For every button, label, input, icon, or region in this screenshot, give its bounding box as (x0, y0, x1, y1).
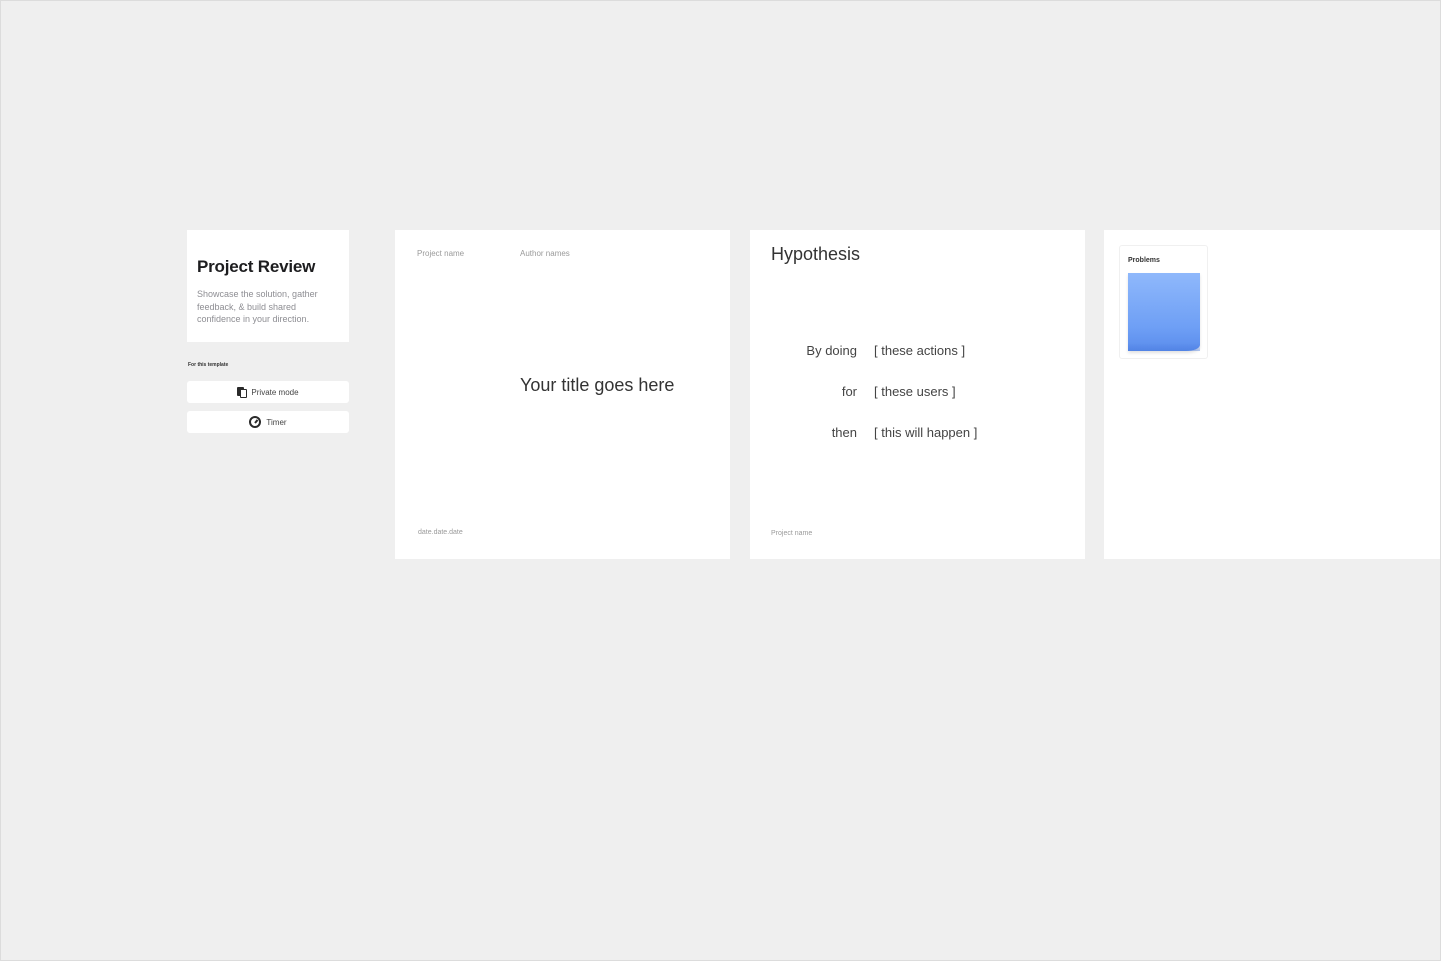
slide-title-text[interactable]: Your title goes here (520, 375, 674, 396)
hypothesis-row-value[interactable]: [ this will happen ] (874, 425, 977, 440)
hypothesis-footer-project-name[interactable]: Project name (771, 530, 812, 537)
hypothesis-title[interactable]: Hypothesis (771, 244, 860, 265)
problems-label: Problems (1128, 257, 1160, 264)
hypothesis-row-value[interactable]: [ these users ] (874, 384, 956, 399)
timer-icon (249, 416, 262, 428)
hypothesis-slide-frame[interactable]: Hypothesis By doing [ these actions ] fo… (750, 230, 1085, 559)
title-slide-frame[interactable]: Project name Author names Your title goe… (395, 230, 730, 559)
timer-button[interactable]: Timer (187, 411, 349, 433)
private-mode-button[interactable]: Private mode (187, 381, 349, 403)
private-mode-label: Private mode (251, 387, 299, 397)
private-mode-icon (237, 387, 248, 398)
hypothesis-row-key[interactable]: By doing (806, 343, 857, 358)
problems-panel[interactable]: Problems (1119, 245, 1208, 359)
date-label[interactable]: date.date.date (418, 529, 463, 536)
template-description: Showcase the solution, gather feedback, … (197, 289, 318, 324)
template-intro-card: Project Review Showcase the solution, ga… (187, 230, 349, 342)
timer-label: Timer (266, 417, 287, 427)
hypothesis-row: By doing [ these actions ] (750, 343, 1085, 363)
problems-slide-frame[interactable]: Problems (1104, 230, 1440, 559)
hypothesis-row-key[interactable]: then (832, 425, 857, 440)
project-name-label[interactable]: Project name (417, 249, 464, 258)
for-this-template-label: For this template (188, 362, 229, 368)
template-title: Project Review (197, 257, 316, 276)
sticky-note[interactable] (1128, 273, 1200, 351)
hypothesis-row-key[interactable]: for (842, 384, 857, 399)
hypothesis-row: for [ these users ] (750, 384, 1085, 404)
hypothesis-row-value[interactable]: [ these actions ] (874, 343, 965, 358)
author-names-label[interactable]: Author names (520, 249, 570, 258)
hypothesis-row: then [ this will happen ] (750, 425, 1085, 445)
